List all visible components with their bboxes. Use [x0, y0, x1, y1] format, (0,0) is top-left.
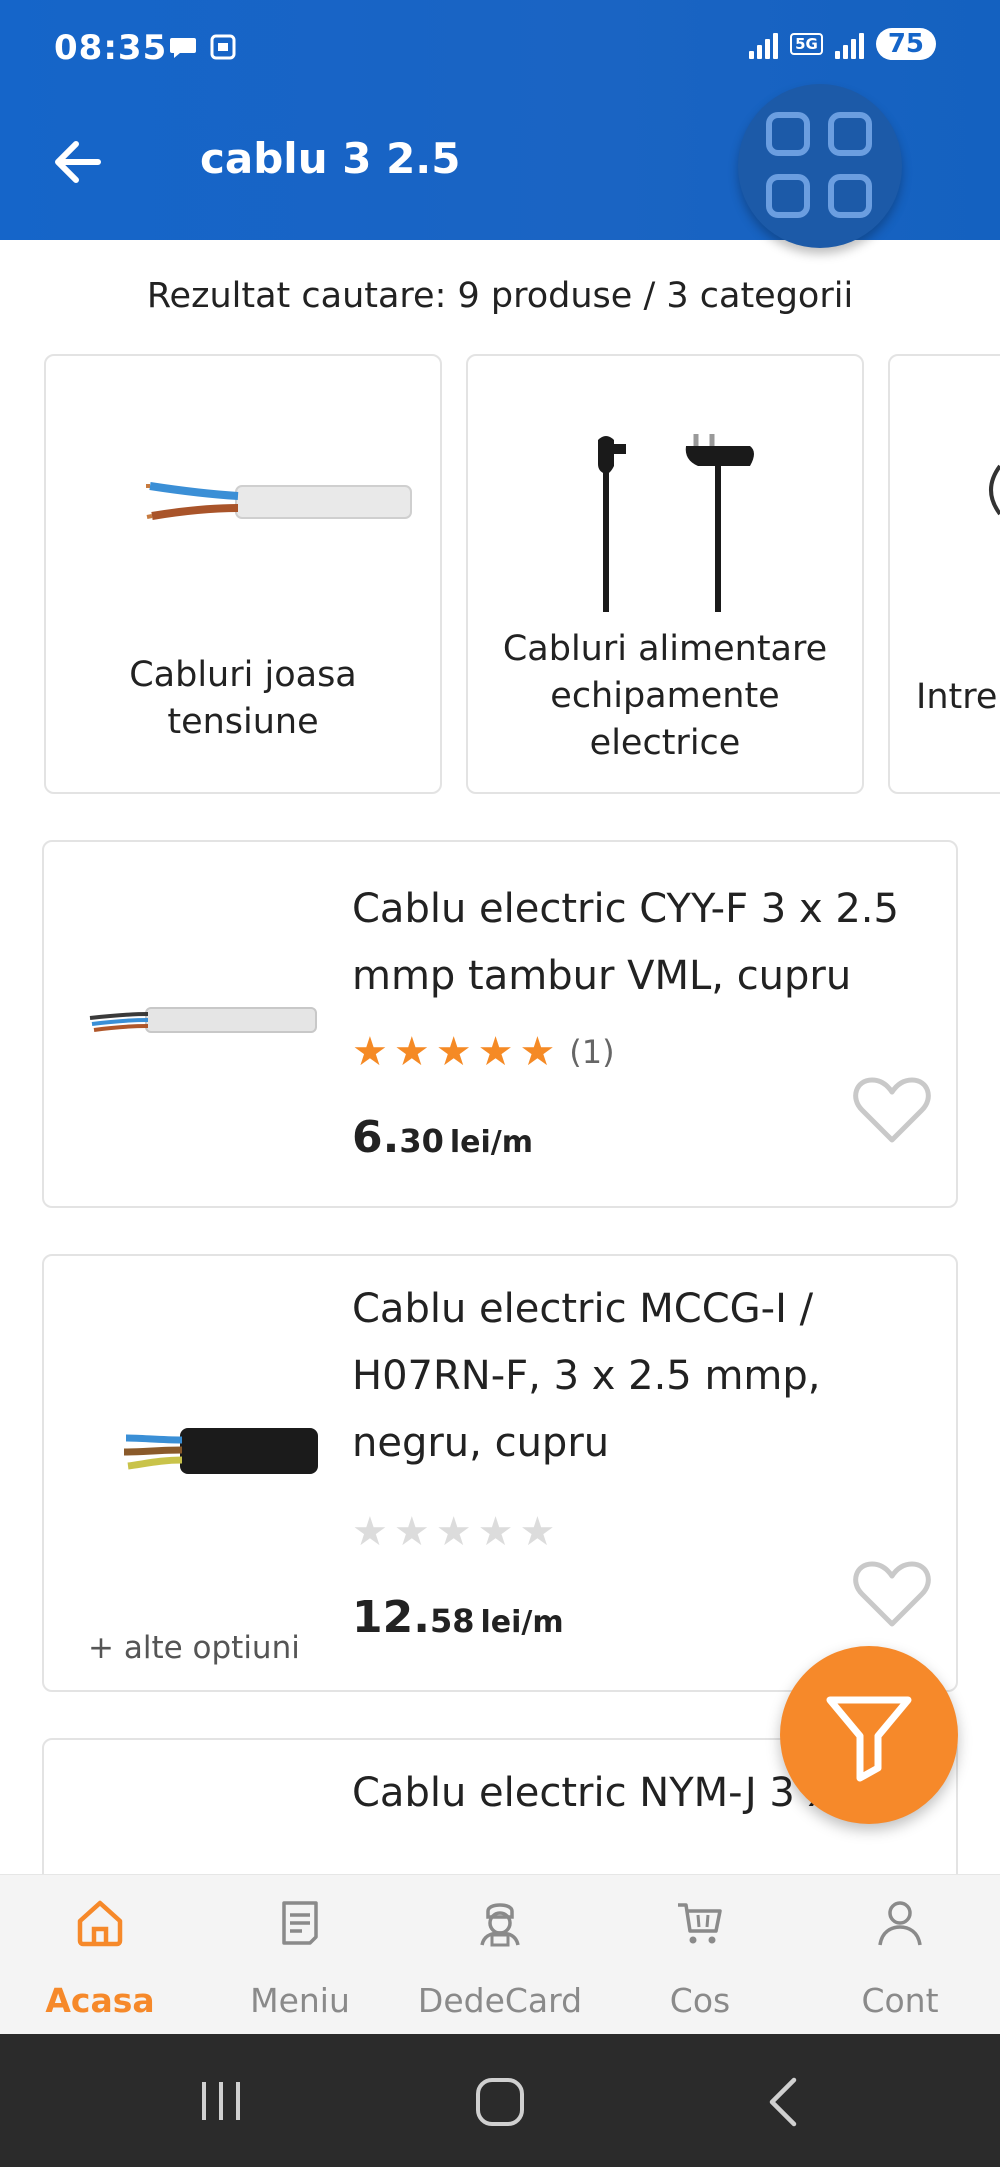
product-card[interactable]: Cablu electric CYY-F 3 x 2.5 mmp tambur … [42, 840, 958, 1208]
network-type-badge: 5G [790, 33, 823, 55]
rating-stars: ★ ★ ★ ★ ★ [352, 1512, 555, 1552]
screenshot-icon [210, 34, 236, 60]
price-decimal: 30 [399, 1122, 444, 1160]
nav-label: Cos [669, 1981, 731, 2020]
status-indicators: 5G 75 [749, 28, 936, 60]
category-label: Cabluri alimentare [502, 629, 828, 669]
nav-item-cont[interactable]: Cont [800, 1875, 1000, 2035]
back-nav-icon[interactable] [764, 2076, 804, 2128]
white-cable-image [146, 482, 412, 520]
bottom-navigation: Acasa Meniu DedeCard Cos Cont [0, 1874, 1000, 2034]
product-title[interactable]: Cablu electric CYY-F 3 x 2.5 [352, 876, 912, 943]
nav-item-meniu[interactable]: Meniu [200, 1875, 400, 2035]
nav-item-acasa[interactable]: Acasa [0, 1875, 200, 2035]
star-icon: ★ [352, 1509, 388, 1555]
category-card[interactable]: Cabluri alimentare echipamente electrice [466, 354, 864, 794]
heart-icon[interactable] [852, 1074, 932, 1146]
category-card[interactable]: Cabluri joasa tensiune [44, 354, 442, 794]
rating-stars: ★ ★ ★ ★ ★ (1) [352, 1032, 615, 1072]
power-cord-image [598, 434, 754, 612]
filter-icon [826, 1696, 912, 1782]
app-header: 08:35 5G 75 cablu 3 2.5 [0, 0, 1000, 248]
nav-item-dedecard[interactable]: DedeCard [400, 1875, 600, 2035]
price-integer: 12. [352, 1592, 430, 1643]
product-card[interactable]: Cablu electric MCCG-I / H07RN-F, 3 x 2.5… [42, 1254, 958, 1692]
nav-label: Cont [861, 1981, 939, 2020]
price-unit: lei/m [480, 1605, 564, 1640]
menu-list-icon [282, 1901, 318, 1945]
rating-count: (1) [569, 1033, 615, 1071]
category-label: Cabluri joasa [129, 655, 357, 695]
results-summary: Rezultat cautare: 9 produse / 3 categori… [146, 276, 854, 316]
product-image [123, 1428, 318, 1474]
system-navigation-bar [0, 2034, 1000, 2167]
product-title[interactable]: H07RN-F, 3 x 2.5 mmp, [352, 1343, 912, 1410]
price-integer: 6. [352, 1112, 400, 1163]
heart-icon[interactable] [852, 1558, 932, 1630]
cart-icon [678, 1903, 722, 1944]
product-image [89, 1007, 317, 1033]
star-icon: ★ [435, 1029, 472, 1075]
notification-icons [168, 32, 238, 62]
dedecard-icon [480, 1903, 520, 1947]
back-arrow-icon[interactable] [48, 132, 108, 192]
category-label: electrice [589, 723, 741, 763]
category-label: tensiune [167, 702, 319, 742]
product-price: 12.58 lei/m [352, 1592, 564, 1643]
star-icon: ★ [477, 1029, 514, 1075]
star-icon: ★ [519, 1509, 556, 1555]
status-time: 08:35 [54, 28, 168, 68]
wifi-signal-icon [749, 29, 779, 59]
home-icon [77, 1900, 123, 1947]
product-title[interactable]: Cablu electric MCCG-I / [352, 1276, 912, 1343]
search-query-title[interactable]: cablu 3 2.5 [200, 134, 460, 183]
star-icon: ★ [393, 1029, 430, 1075]
user-icon [878, 1901, 922, 1946]
home-button-icon[interactable] [474, 2076, 526, 2128]
status-bar: 08:35 5G 75 [0, 0, 1000, 100]
filter-button[interactable] [780, 1646, 958, 1824]
category-label: echipamente [550, 676, 780, 716]
star-icon: ★ [352, 1029, 388, 1075]
price-decimal: 58 [429, 1602, 475, 1640]
category-image-partial [989, 464, 1000, 516]
star-icon: ★ [519, 1029, 556, 1075]
price-unit: lei/m [449, 1125, 534, 1160]
recent-apps-icon[interactable] [196, 2078, 246, 2124]
nav-label: DedeCard [417, 1981, 583, 2020]
star-icon: ★ [477, 1509, 514, 1555]
product-title[interactable]: mmp tambur VML, cupru [352, 943, 912, 1010]
grid-menu-button[interactable] [738, 84, 902, 248]
category-card[interactable]: Intre [888, 354, 1000, 794]
more-options-link[interactable]: + alte optiuni [88, 1630, 300, 1666]
category-label: Intre [916, 677, 998, 717]
cell-signal-icon [834, 29, 864, 59]
star-icon: ★ [435, 1509, 472, 1555]
product-title[interactable]: negru, cupru [352, 1410, 912, 1477]
battery-indicator: 75 [875, 28, 936, 60]
nav-label: Acasa [45, 1981, 155, 2020]
chat-bubble-icon [170, 38, 196, 58]
nav-item-cos[interactable]: Cos [600, 1875, 800, 2035]
star-icon: ★ [393, 1509, 430, 1555]
product-price: 6.30 lei/m [352, 1112, 533, 1163]
nav-label: Meniu [250, 1981, 350, 2020]
